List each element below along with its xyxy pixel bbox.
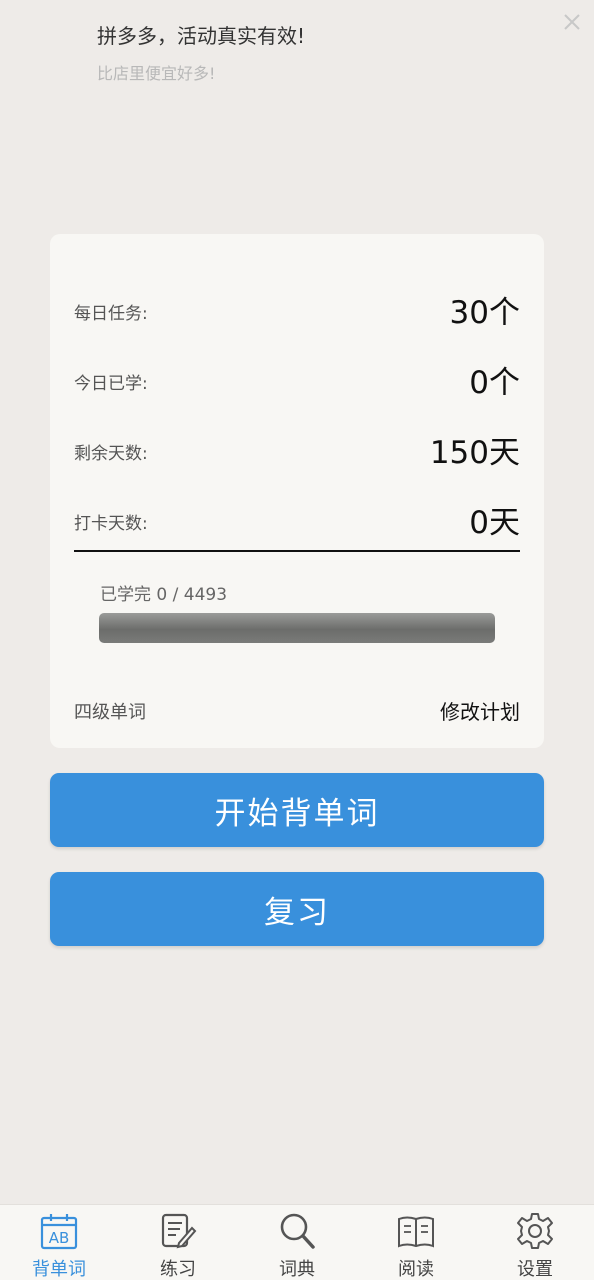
progress-bar: [99, 613, 495, 643]
bottom-tab-bar: AB 背单词 练习 词典 阅读 设置: [0, 1204, 594, 1280]
tab-learn-words[interactable]: AB 背单词: [0, 1205, 118, 1280]
divider: [74, 550, 520, 552]
progress-text: 已学完 0 / 4493: [100, 585, 228, 605]
start-learning-button[interactable]: 开始背单词: [50, 773, 544, 847]
svg-text:AB: AB: [49, 1229, 70, 1247]
edit-plan-button[interactable]: 修改计划: [440, 696, 520, 725]
stat-row-today-learned: 今日已学: 0个: [74, 354, 520, 402]
tab-label: 设置: [517, 1259, 553, 1280]
ad-subtitle: 比店里便宜好多!: [97, 64, 216, 83]
ad-banner[interactable]: 拼多多，活动真实有效! 比店里便宜好多!: [0, 0, 594, 110]
tab-label: 阅读: [398, 1259, 434, 1280]
stat-row-checkin-days: 打卡天数: 0天: [74, 494, 520, 542]
stat-label: 每日任务:: [74, 304, 148, 324]
stat-value: 0个: [469, 365, 520, 401]
stat-label: 今日已学:: [74, 374, 148, 394]
gear-icon: [517, 1213, 553, 1249]
study-plan-card: 每日任务: 30个 今日已学: 0个 剩余天数: 150天 打卡天数: 0天 已…: [50, 234, 544, 748]
tab-practice[interactable]: 练习: [119, 1205, 237, 1280]
search-icon: [280, 1213, 315, 1249]
tab-label: 练习: [160, 1259, 196, 1280]
close-icon[interactable]: [558, 8, 586, 36]
ad-title: 拼多多，活动真实有效!: [97, 24, 306, 48]
review-button[interactable]: 复习: [50, 872, 544, 946]
stat-value: 0天: [469, 505, 520, 541]
stat-value: 30个: [449, 295, 520, 331]
stat-label: 剩余天数:: [74, 444, 148, 464]
stat-label: 打卡天数:: [74, 514, 148, 534]
plan-name: 四级单词: [74, 702, 146, 723]
calendar-ab-icon: AB: [40, 1214, 78, 1250]
tab-label: 词典: [279, 1259, 315, 1280]
stat-value: 150天: [429, 435, 520, 471]
stat-row-daily-task: 每日任务: 30个: [74, 284, 520, 332]
stat-row-remaining-days: 剩余天数: 150天: [74, 424, 520, 472]
book-icon: [398, 1216, 434, 1248]
tab-settings[interactable]: 设置: [476, 1205, 594, 1280]
tab-label: 背单词: [32, 1259, 86, 1280]
tab-reading[interactable]: 阅读: [357, 1205, 475, 1280]
tab-dictionary[interactable]: 词典: [238, 1205, 356, 1280]
edit-note-icon: [161, 1213, 197, 1249]
